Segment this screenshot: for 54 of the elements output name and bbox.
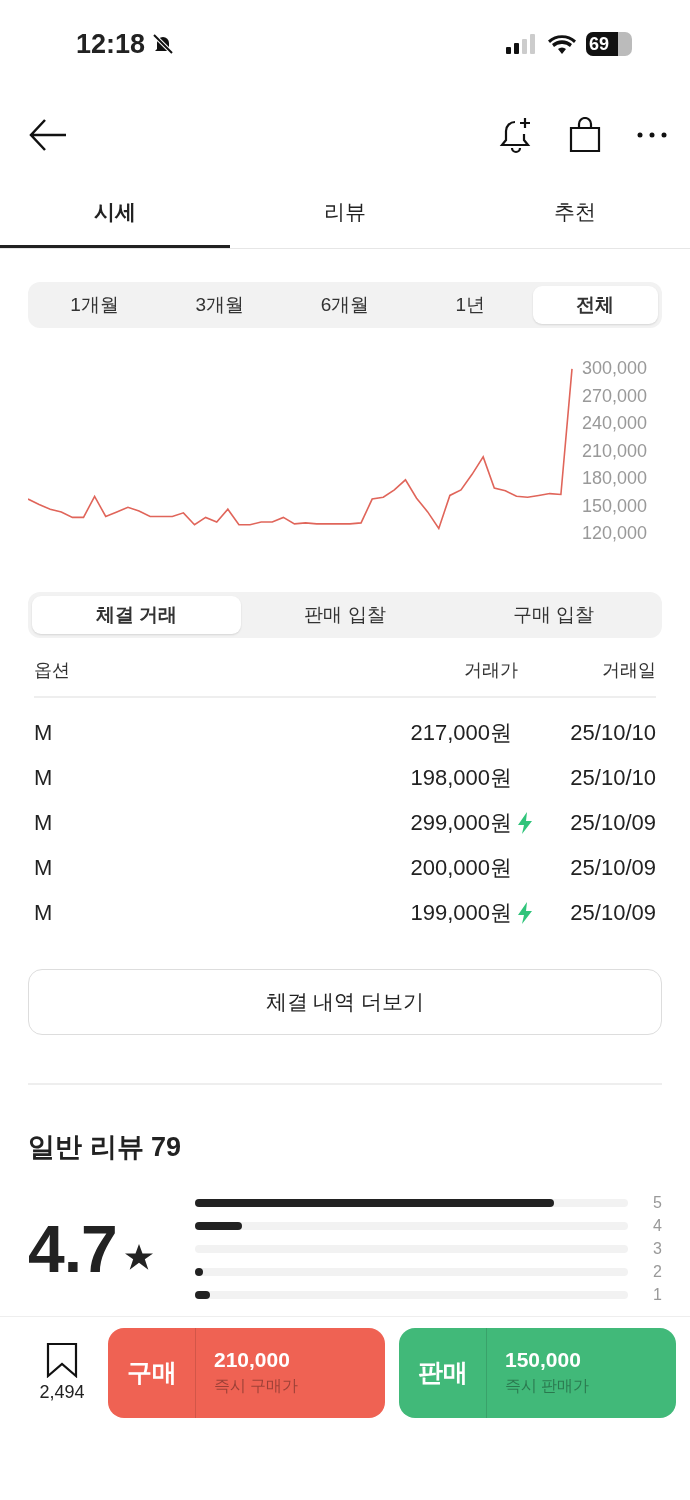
rating-label: 3: [652, 1241, 662, 1256]
table-cell-text: M: [34, 719, 54, 746]
axis-tick-label: 210,000: [582, 440, 648, 461]
signal-icon: [506, 34, 538, 54]
table-cell-text: M: [34, 809, 54, 836]
period-tab[interactable]: 3개월: [157, 286, 283, 324]
period-tab[interactable]: 1년: [407, 286, 533, 324]
section-title: 일반 리뷰 79: [28, 1131, 183, 1164]
column-header: 옵션: [34, 659, 71, 682]
trade-tab[interactable]: 구매 입찰: [449, 596, 658, 634]
more-button[interactable]: 체결 내역 더보기: [28, 969, 662, 1035]
period-tab[interactable]: 6개월: [282, 286, 408, 324]
rating-label: 4: [652, 1218, 662, 1233]
tab[interactable]: 리뷰: [230, 178, 460, 248]
trade-tab[interactable]: 판매 입찰: [240, 596, 450, 634]
table-cell-text: 200,000원: [410, 853, 512, 882]
star-icon: [124, 1244, 153, 1271]
axis-tick-label: 240,000: [582, 413, 648, 433]
table-cell-text: 199,000원: [410, 898, 512, 927]
axis-tick-label: 120,000: [582, 523, 648, 543]
battery-icon: 69: [586, 32, 632, 56]
table-cell-text: 25/10/10: [569, 719, 656, 746]
table-cell-text: M: [34, 854, 54, 881]
column-header: 거래일: [601, 659, 656, 682]
trade-tab[interactable]: 체결 거래: [32, 596, 241, 634]
axis-tick-label: 270,000: [582, 385, 648, 406]
period-tab[interactable]: 전체: [532, 286, 658, 324]
table-cell-text: 217,000원: [410, 718, 512, 747]
axis-tick-label: 300,000: [582, 358, 648, 378]
shopping-bag-icon[interactable]: [568, 117, 602, 153]
clock-time: 12:18: [76, 28, 146, 60]
axis-tick-label: 150,000: [582, 495, 648, 516]
rating-label: 5: [652, 1195, 662, 1210]
axis-tick-label: 180,000: [582, 468, 648, 488]
more-icon[interactable]: [636, 131, 668, 139]
table-cell-text: M: [34, 899, 54, 926]
table-cell-text: 25/10/09: [569, 809, 656, 836]
period-tab[interactable]: 1개월: [32, 286, 158, 324]
bookmark-icon[interactable]: [46, 1342, 78, 1378]
save-count: 2,494: [39, 1382, 85, 1403]
table-cell-text: M: [34, 764, 54, 791]
rating-label: 2: [652, 1264, 662, 1279]
rating-label: 1: [652, 1287, 662, 1302]
table-cell-text: 25/10/09: [569, 899, 656, 926]
rating-value: 4.7: [28, 1210, 117, 1287]
table-cell-text: 299,000원: [410, 808, 512, 837]
tab[interactable]: 추천: [460, 178, 690, 248]
column-header: 거래가: [463, 659, 518, 682]
wifi-icon: [548, 34, 576, 54]
tab[interactable]: 시세: [0, 178, 230, 248]
table-cell-text: 198,000원: [410, 763, 512, 792]
table-cell-text: 25/10/10: [569, 764, 656, 791]
table-cell-text: 25/10/09: [569, 854, 656, 881]
back-icon[interactable]: [28, 118, 68, 152]
